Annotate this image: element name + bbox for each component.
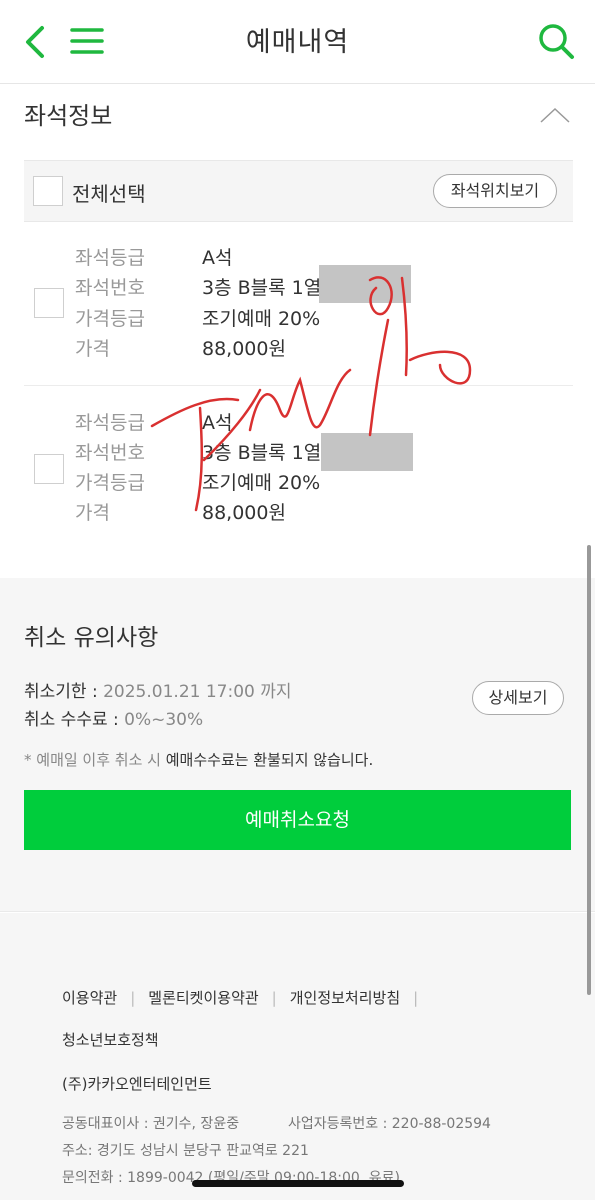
price-grade-label: 가격등급 — [75, 472, 145, 494]
select-all-bar: 전체선택 좌석위치보기 — [24, 160, 573, 222]
footer-links: 이용약관 | 멜론티켓이용약관 | 개인정보처리방침 | — [62, 989, 419, 1007]
seat-number-value: 3층 B블록 1열 — [202, 277, 322, 299]
ceo-info: 공동대표이사 : 권기수, 장윤중 — [62, 1116, 240, 1132]
price-grade-value: 조기예매 20% — [202, 472, 321, 494]
seat-grade-value: A석 — [202, 412, 233, 434]
seat-item: 좌석등급 A석 좌석번호 3층 B블록 1열 가격등급 조기예매 20% 가격 … — [24, 230, 573, 386]
price-label: 가격 — [75, 338, 110, 360]
youth-policy-link[interactable]: 청소년보호정책 — [62, 1029, 159, 1050]
seat-number-label: 좌석번호 — [75, 277, 145, 299]
seat-number-label: 좌석번호 — [75, 442, 145, 464]
seat-info-title: 좌석정보 — [24, 102, 113, 130]
melon-ticket-terms-link[interactable]: 멜론티켓이용약관 — [148, 989, 258, 1007]
price-label: 가격 — [75, 502, 110, 524]
seat-location-button[interactable]: 좌석위치보기 — [433, 174, 557, 208]
select-all-label: 전체선택 — [72, 182, 146, 206]
cancel-fee-label: 취소 수수료 : — [24, 710, 125, 730]
scrollbar[interactable] — [587, 545, 591, 995]
price-value: 88,000원 — [202, 502, 286, 524]
cancel-fee-value: 0%~30% — [124, 710, 204, 730]
cancel-deadline: 취소기한 : 2025.01.21 17:00 까지 — [24, 677, 292, 702]
cancel-deadline-value: 2025.01.21 17:00 까지 — [103, 682, 292, 702]
company-name: (주)카카오엔터테인먼트 — [62, 1075, 212, 1093]
seat-grade-value: A석 — [202, 247, 233, 269]
price-grade-label: 가격등급 — [75, 308, 145, 330]
page-title: 예매내역 — [245, 27, 350, 58]
privacy-policy-link[interactable]: 개인정보처리방침 — [290, 989, 400, 1007]
redaction-box — [321, 433, 413, 471]
home-indicator — [192, 1180, 404, 1187]
refund-notice: * 예매일 이후 취소 시 예매수수료는 환불되지 않습니다. — [24, 751, 374, 769]
terms-link[interactable]: 이용약관 — [62, 989, 117, 1007]
top-header: 예매내역 — [0, 0, 595, 84]
select-all-checkbox[interactable] — [33, 176, 63, 206]
seat-checkbox[interactable] — [34, 454, 64, 484]
price-value: 88,000원 — [202, 338, 286, 360]
cancel-notice-section: 취소 유의사항 취소기한 : 2025.01.21 17:00 까지 취소 수수… — [0, 578, 595, 912]
seat-grade-label: 좌석등급 — [75, 247, 145, 269]
business-number: 사업자등록번호 : 220-88-02594 — [288, 1116, 491, 1132]
seat-grade-label: 좌석등급 — [75, 412, 145, 434]
cancel-deadline-label: 취소기한 : — [24, 682, 104, 702]
detail-button[interactable]: 상세보기 — [472, 681, 564, 715]
seat-item: 좌석등급 A석 좌석번호 3층 B블록 1열 가격등급 조기예매 20% 가격 … — [24, 396, 573, 546]
cancel-notice-title: 취소 유의사항 — [24, 625, 159, 651]
seat-number-value: 3층 B블록 1열 — [202, 442, 322, 464]
footer: 이용약관 | 멜론티켓이용약관 | 개인정보처리방침 | 청소년보호정책 (주)카카오엔터… — [0, 913, 595, 1200]
cancel-fee: 취소 수수료 : 0%~30% — [24, 705, 203, 730]
cancel-request-button[interactable]: 예매취소요청 — [24, 790, 571, 850]
price-grade-value: 조기예매 20% — [202, 308, 321, 330]
company-address: 주소: 경기도 성남시 분당구 판교역로 221 — [62, 1143, 309, 1159]
seat-checkbox[interactable] — [34, 288, 64, 318]
chevron-up-icon[interactable] — [539, 106, 571, 126]
redaction-box — [319, 265, 411, 303]
search-icon[interactable] — [535, 20, 577, 62]
seat-info-header[interactable]: 좌석정보 — [24, 96, 571, 136]
